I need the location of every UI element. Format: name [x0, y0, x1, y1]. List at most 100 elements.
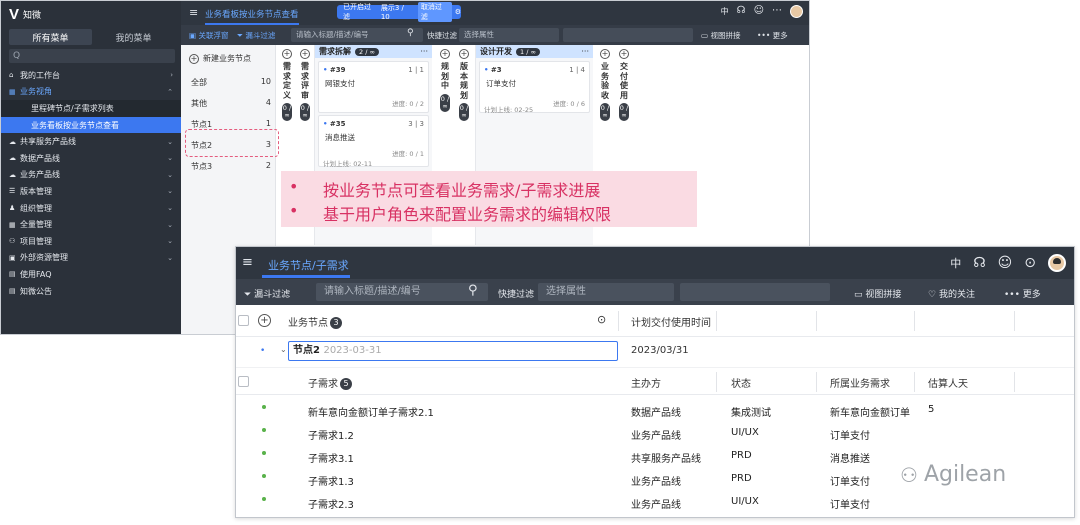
- node-row[interactable]: • ⌄ 节点2 2023-03-31 2023/03/31: [236, 337, 1074, 367]
- chevron-icon: ⌄: [167, 237, 173, 246]
- sidebar-item[interactable]: ▦ 全量管理 ⌄: [1, 216, 181, 233]
- sidebar-menu: ⌂ 我的工作台 › ▦ 业务视角 ⌃ 里程碑节点/子需求列表业务看板按业务节点查看 ☁ 共享服务…: [1, 67, 181, 299]
- sidebar-item[interactable]: ☁ 共享服务产品线 ⌄: [1, 133, 181, 150]
- add-icon[interactable]: +: [440, 49, 450, 59]
- sidebar-item[interactable]: 业务看板按业务节点查看: [1, 116, 181, 134]
- sidebar-item[interactable]: ☁ 业务产品线 ⌄: [1, 167, 181, 184]
- collapsed-column[interactable]: + 版本规划 0 / ∞: [457, 49, 471, 121]
- selected-node-highlight: [185, 129, 279, 157]
- collapsed-column[interactable]: + 需求评审 0 / ∞: [298, 49, 312, 121]
- add-icon[interactable]: +: [258, 314, 271, 327]
- estimate-header: 估算人天: [928, 379, 968, 390]
- search-icon[interactable]: ⚲: [407, 28, 414, 38]
- tab-my-menus[interactable]: 我的菜单: [92, 29, 175, 45]
- add-icon[interactable]: +: [300, 49, 310, 59]
- collapsed-column[interactable]: + 业务验收 0 / ∞: [598, 49, 612, 121]
- chat-icon[interactable]: ⊙: [1024, 255, 1036, 271]
- sidebar-item[interactable]: ☁ 数据产品线 ⌄: [1, 150, 181, 167]
- avatar[interactable]: [790, 5, 803, 18]
- search-icon[interactable]: ⚲: [468, 283, 478, 298]
- collapsed-column[interactable]: + 需求定义 0 / ∞: [280, 49, 294, 121]
- table-row[interactable]: 子需求2.3 业务产品线 UI/UX 订单支付: [236, 490, 1074, 513]
- sidebar-item[interactable]: ⚇ 项目管理 ⌄: [1, 233, 181, 250]
- gear-icon[interactable]: ⚙: [455, 8, 461, 16]
- add-icon[interactable]: +: [619, 49, 629, 59]
- more-icon[interactable]: ···: [581, 47, 589, 56]
- tab-all-menus[interactable]: 所有菜单: [9, 29, 92, 45]
- more-button[interactable]: ••• 更多: [1004, 287, 1041, 300]
- table-search-input[interactable]: 请输入标题/描述/编号: [316, 283, 488, 301]
- cancel-filter-button[interactable]: 取消过滤: [417, 2, 452, 22]
- attribute-select[interactable]: 选择属性: [459, 28, 559, 42]
- node-list-item[interactable]: 其他 4: [191, 98, 271, 109]
- expand-chevron-icon[interactable]: ⌄: [280, 345, 287, 354]
- sub-requirement-name: 子需求2.3: [308, 500, 354, 511]
- node-list-item[interactable]: 全部 10: [191, 77, 271, 88]
- robot-icon[interactable]: ☺: [998, 255, 1013, 271]
- sidebar-item-label: 业务看板按业务节点查看: [31, 120, 119, 130]
- sidebar-item[interactable]: ♟ 组织管理 ⌄: [1, 200, 181, 217]
- sidebar-item[interactable]: ☰ 版本管理 ⌄: [1, 183, 181, 200]
- extra-filter-field[interactable]: [563, 28, 693, 42]
- menu-toggle-icon[interactable]: ≡: [242, 255, 253, 270]
- quick-filter-label: 快捷过滤: [427, 31, 457, 40]
- chat-icon[interactable]: ⋯: [772, 5, 782, 18]
- breadcrumb[interactable]: 业务看板按业务节点查看: [205, 8, 299, 25]
- sidebar-item[interactable]: ▤ 使用FAQ: [1, 266, 181, 283]
- headset-icon[interactable]: ☊: [737, 5, 746, 18]
- follow-label: 我的关注: [938, 290, 975, 300]
- add-icon[interactable]: +: [459, 49, 469, 59]
- callout-line-2: • 基于用户角色来配置业务需求的编辑权限: [289, 201, 611, 225]
- column-label-char: 需: [283, 62, 291, 71]
- breadcrumb[interactable]: 业务节点/子需求: [268, 257, 349, 273]
- select-all-sub-checkbox[interactable]: [238, 376, 249, 387]
- wechat-icon: ⚇: [900, 462, 918, 487]
- language-toggle[interactable]: 中: [721, 5, 729, 18]
- sidebar-item[interactable]: ▣ 外部资源管理 ⌄: [1, 250, 181, 267]
- requirement-card[interactable]: #39 1 | 1 网银支付进度: 0 / 2: [318, 61, 429, 113]
- requirement-card[interactable]: #3 1 | 4 订单支付进度: 0 / 6 计划上线: 02-25: [479, 61, 590, 114]
- funnel-filter-button[interactable]: ⏷ 漏斗过滤: [244, 287, 290, 300]
- sidebar-search-input[interactable]: Q: [9, 49, 175, 63]
- robot-icon[interactable]: ☺: [754, 5, 764, 18]
- requirement-card[interactable]: #35 3 | 3 消息推送进度: 0 / 1 计划上线: 02-11: [318, 115, 429, 168]
- parent-requirement-header: 所属业务需求: [830, 379, 890, 390]
- new-node-button[interactable]: + 新建业务节点: [189, 53, 251, 64]
- view-tile-button[interactable]: ▭ 视图拼接: [854, 287, 901, 300]
- collapsed-column[interactable]: + 规划中 0 / ∞: [438, 49, 452, 112]
- avatar[interactable]: [1048, 254, 1066, 272]
- link-view-button[interactable]: ▣ 关联浮窗: [189, 30, 228, 41]
- card-title: 订单支付: [486, 79, 516, 88]
- table-row[interactable]: 新车意向金额订单子需求2.1 数据产品线 集成测试 新车意向金额订单 5: [236, 398, 1074, 421]
- follow-button[interactable]: ♡ 我的关注: [928, 287, 975, 300]
- chevron-down-icon[interactable]: ⊙: [597, 313, 606, 326]
- select-all-checkbox[interactable]: [238, 315, 249, 326]
- owner-cell: 业务产品线: [631, 431, 681, 442]
- sidebar-item[interactable]: ▦ 业务视角 ⌃: [1, 84, 181, 101]
- node-name-edit-field[interactable]: 节点2 2023-03-31: [288, 341, 618, 361]
- add-icon[interactable]: +: [600, 49, 610, 59]
- sidebar-item[interactable]: 里程碑节点/子需求列表: [1, 100, 181, 117]
- attribute-select[interactable]: 选择属性: [538, 283, 674, 301]
- more-icon[interactable]: ···: [420, 47, 428, 56]
- add-icon[interactable]: +: [282, 49, 292, 59]
- subrequirement-header-row: 子需求 5 主办方 状态 所属业务需求 估算人天: [236, 367, 1074, 395]
- board-search-input[interactable]: 请输入标题/描述/编号: [291, 28, 423, 42]
- language-toggle[interactable]: 中: [950, 255, 961, 271]
- watermark-text: Agilean: [923, 462, 1007, 487]
- status-cell: 集成测试: [731, 408, 771, 419]
- table-row[interactable]: 子需求1.2 业务产品线 UI/UX 订单支付: [236, 421, 1074, 444]
- menu-toggle-icon[interactable]: ≡: [189, 6, 198, 19]
- headset-icon[interactable]: ☊: [973, 255, 985, 271]
- sidebar-item[interactable]: ▤ 知微公告: [1, 283, 181, 300]
- chevron-icon: ⌃: [167, 87, 173, 96]
- sidebar-item[interactable]: ⌂ 我的工作台 ›: [1, 67, 181, 84]
- owner-cell: 共享服务产品线: [631, 454, 701, 465]
- collapsed-column[interactable]: + 交付使用 0 / ∞: [617, 49, 631, 121]
- funnel-filter-button[interactable]: ⏷ 漏斗过滤: [237, 30, 275, 41]
- column-label-char: 规: [460, 81, 468, 90]
- extra-filter-field[interactable]: [680, 283, 830, 301]
- more-button[interactable]: ••• 更多: [757, 30, 788, 41]
- node-list-item[interactable]: 节点3 2: [191, 161, 271, 172]
- view-tile-button[interactable]: ▭ 视图拼接: [701, 30, 740, 41]
